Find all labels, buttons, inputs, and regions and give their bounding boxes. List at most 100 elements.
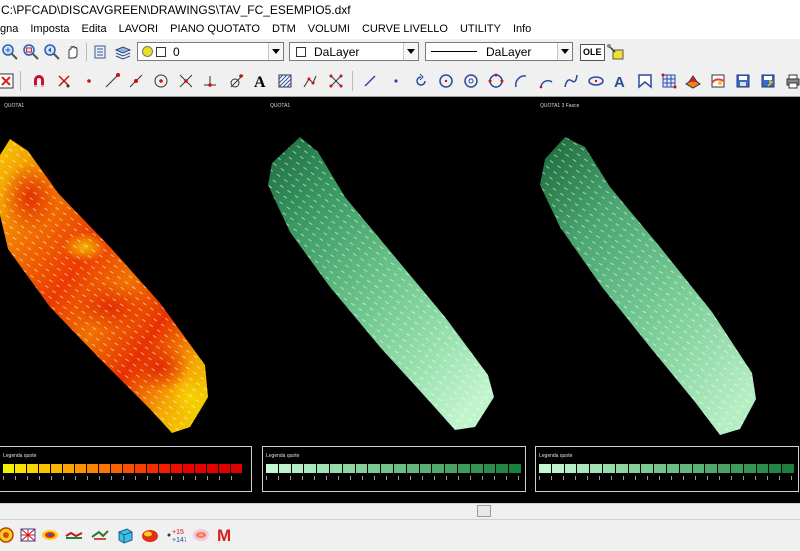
gradient-map-icon[interactable]: [191, 525, 211, 545]
chevron-down-icon[interactable]: [268, 43, 283, 60]
color-swatch: [296, 46, 306, 57]
polyline-edit-icon[interactable]: [300, 71, 320, 91]
layer-select-value: 0: [173, 44, 180, 59]
export-icon[interactable]: [758, 71, 778, 91]
heatmap-area-1: [0, 139, 208, 433]
surface-color-icon[interactable]: [683, 71, 703, 91]
arc-3p-icon[interactable]: [536, 71, 556, 91]
layer-stack-icon[interactable]: [113, 42, 133, 62]
mesh-icon[interactable]: [18, 525, 38, 545]
legend-swatch: [577, 464, 591, 473]
dtm-icon[interactable]: [708, 71, 728, 91]
zoom-window-icon[interactable]: [21, 42, 41, 62]
legend-swatch: [317, 464, 330, 473]
legend-swatch: [304, 464, 318, 473]
color-select[interactable]: DaLayer: [289, 42, 419, 61]
menu-item-piano-quotato[interactable]: PIANO QUOTATO: [164, 23, 266, 35]
layer-manager-icon[interactable]: [90, 42, 110, 62]
menu-item-utility[interactable]: UTILITY: [454, 23, 507, 35]
circle-icon[interactable]: [436, 71, 456, 91]
scrollbar-thumb[interactable]: [477, 505, 491, 517]
ellipse-icon[interactable]: [586, 71, 606, 91]
text-insert-icon[interactable]: A: [610, 71, 630, 91]
chevron-down-icon[interactable]: [557, 43, 572, 60]
legend-swatch: [496, 464, 510, 473]
legend-title: Legenda quote: [266, 453, 300, 459]
legend-swatch: [99, 464, 111, 473]
zoom-in-icon[interactable]: [0, 42, 20, 62]
menu-item-info[interactable]: Info: [507, 23, 537, 35]
legend-swatch: [590, 464, 603, 473]
legend-swatch: [654, 464, 667, 473]
multi-snap-icon[interactable]: [326, 71, 346, 91]
legend-swatch: [231, 464, 243, 473]
legend-color-bar: [266, 464, 522, 473]
profile-icon[interactable]: [64, 525, 84, 545]
menu-item-imposta[interactable]: Imposta: [24, 23, 75, 35]
svg-text:+147: +147: [172, 537, 186, 544]
center-snap-icon[interactable]: [151, 71, 171, 91]
menu-item-lavori[interactable]: LAVORI: [113, 23, 165, 35]
menu-item-dtm[interactable]: DTM: [266, 23, 302, 35]
line-icon[interactable]: [360, 71, 380, 91]
perpendicular-snap-icon[interactable]: [200, 71, 220, 91]
hatch-icon[interactable]: [275, 71, 295, 91]
rotate-icon[interactable]: [411, 71, 431, 91]
tangent-snap-icon[interactable]: [226, 71, 246, 91]
legend-swatch: [291, 464, 305, 473]
legend-swatch: [381, 464, 394, 473]
legend-swatch: [87, 464, 99, 473]
volume-cube-icon[interactable]: [115, 525, 135, 545]
legend-title: Legenda quote: [3, 453, 37, 459]
legend-swatch: [743, 464, 757, 473]
node-snap-icon[interactable]: [54, 71, 74, 91]
menu-item-volumi[interactable]: VOLUMI: [302, 23, 356, 35]
grid-icon[interactable]: [659, 71, 679, 91]
horizontal-scrollbar[interactable]: [0, 503, 800, 519]
menu-item-file[interactable]: gna: [0, 23, 24, 35]
grid-rotate-icon[interactable]: [0, 525, 16, 545]
menu-item-edita[interactable]: Edita: [76, 23, 113, 35]
viewport-label-3: QUOTA1 3 Fasce: [540, 103, 580, 109]
contour-icon[interactable]: [40, 525, 60, 545]
ole-button[interactable]: OLE: [580, 44, 605, 61]
circle-center-icon[interactable]: [461, 71, 481, 91]
legend-swatch: [509, 464, 522, 473]
point-icon[interactable]: [386, 71, 406, 91]
zoom-previous-icon[interactable]: [42, 42, 62, 62]
chevron-down-icon[interactable]: [403, 43, 418, 60]
spline-icon[interactable]: [561, 71, 581, 91]
elevation-points-icon[interactable]: +15 +147: [166, 525, 186, 545]
midpoint-snap-icon[interactable]: [126, 71, 146, 91]
intersection-snap-icon[interactable]: [176, 71, 196, 91]
point-snap-icon[interactable]: [79, 71, 99, 91]
layer-select[interactable]: 0: [137, 42, 284, 61]
arc-icon[interactable]: [511, 71, 531, 91]
save-icon[interactable]: [733, 71, 753, 91]
text-icon[interactable]: A: [250, 71, 270, 91]
ole-insert-icon[interactable]: [605, 42, 625, 62]
legend-swatch: [419, 464, 433, 473]
legend-swatch: [368, 464, 382, 473]
legend-swatch: [39, 464, 51, 473]
magnet-icon[interactable]: [29, 71, 49, 91]
delete-icon[interactable]: [0, 71, 16, 91]
menu-item-curve-livello[interactable]: CURVE LIVELLO: [356, 23, 454, 35]
linetype-select[interactable]: DaLayer: [425, 42, 573, 61]
legend-swatch: [406, 464, 420, 473]
legend-swatch: [457, 464, 471, 473]
drawing-canvas[interactable]: QUOTA1 QUOTA1 QUOTA1 3 Fasce Legenda quo…: [0, 97, 800, 503]
legend-swatch: [111, 464, 123, 473]
m-button[interactable]: M: [217, 526, 231, 546]
print-icon[interactable]: [783, 71, 800, 91]
block-icon[interactable]: [635, 71, 655, 91]
legend-box-2: Legenda quote: [262, 446, 526, 492]
endpoint-snap-icon[interactable]: [102, 71, 122, 91]
circle-3p-icon[interactable]: [486, 71, 506, 91]
pan-icon[interactable]: [63, 42, 83, 62]
fill-color-icon[interactable]: [140, 525, 160, 545]
legend-swatch: [628, 464, 642, 473]
section-icon[interactable]: [90, 525, 110, 545]
svg-text:+15: +15: [172, 529, 184, 536]
legend-swatch: [718, 464, 731, 473]
